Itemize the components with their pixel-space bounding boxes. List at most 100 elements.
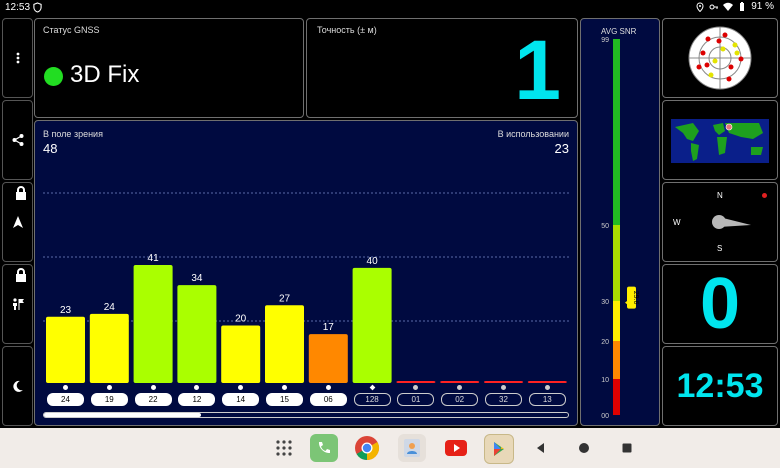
used-indicator-dot — [106, 385, 112, 390]
snr-bar-32 — [484, 381, 523, 383]
share-button[interactable] — [2, 100, 33, 180]
snr-bar-06 — [308, 334, 348, 383]
menu-button[interactable] — [2, 18, 33, 98]
key-icon — [709, 4, 719, 9]
snr-value-label: 27 — [279, 293, 291, 304]
compass-needle-icon — [712, 215, 751, 229]
satellite-id-chip: 15 — [266, 393, 303, 406]
satellite-scrollbar[interactable] — [43, 412, 569, 418]
clock-panel: 12:53 — [662, 346, 778, 426]
back-triangle-icon — [537, 443, 544, 453]
navigation-arrow-icon — [12, 216, 23, 228]
snr-value-text: 29.6 — [632, 291, 639, 305]
clock-time: 12:53 — [676, 367, 764, 405]
snr-bar-14 — [221, 325, 261, 383]
back-button[interactable] — [527, 434, 555, 462]
snr-gauge-segment — [613, 225, 620, 301]
snr-value-label: 17 — [323, 322, 335, 333]
snr-bar-15 — [265, 305, 304, 383]
youtube-icon — [445, 440, 467, 456]
phone-icon — [318, 442, 330, 454]
sky-plot-panel[interactable] — [662, 18, 778, 98]
contacts-app-button[interactable] — [398, 434, 426, 462]
fix-status: 3D Fix — [70, 61, 140, 88]
compass-panel[interactable]: N S W — [662, 182, 778, 262]
phone-app-button[interactable] — [310, 434, 338, 462]
sky-plot-icon — [688, 26, 752, 90]
diamond-indicator — [501, 385, 506, 390]
counter-panel: 0 — [662, 264, 778, 344]
recents-square-icon — [622, 443, 632, 453]
fix-indicator — [44, 67, 63, 86]
shield-icon — [33, 2, 42, 13]
grid-icon — [276, 440, 292, 456]
recents-button[interactable] — [613, 434, 641, 462]
snr-gauge-tick: 10 — [601, 377, 609, 384]
snr-bar-24 — [46, 316, 85, 383]
satellite-id-chip: 22 — [134, 393, 172, 406]
night-mode-button[interactable] — [2, 346, 33, 426]
satellite-id-chip: 01 — [397, 393, 435, 406]
accuracy-value: 1 — [514, 23, 561, 117]
wifi-icon — [723, 2, 734, 11]
contacts-icon — [404, 439, 420, 457]
world-map-panel[interactable] — [662, 100, 778, 180]
status-time: 12:53 — [5, 2, 31, 13]
satellite-id-chip: 19 — [90, 393, 128, 406]
battery-level: 91 % — [751, 1, 774, 12]
play-store-icon — [494, 442, 504, 456]
accuracy-label: Точность (± м) — [317, 25, 377, 35]
more-vertical-icon — [16, 52, 19, 64]
satellite-id-chip: 12 — [178, 393, 216, 406]
world-map-icon — [671, 119, 769, 163]
chrome-app-button[interactable] — [353, 434, 381, 462]
navigation-button[interactable] — [2, 182, 33, 262]
snr-value-label: 23 — [60, 305, 72, 316]
snr-bar-12 — [177, 285, 217, 383]
snr-bar-02 — [440, 381, 480, 383]
snr-bar-128 — [352, 267, 392, 383]
snr-gauge-segment — [613, 39, 620, 225]
satellite-id-chip: 128 — [353, 393, 391, 406]
snr-bar-13 — [527, 381, 567, 383]
share-icon — [12, 134, 23, 146]
app-drawer-button[interactable] — [270, 434, 298, 462]
used-indicator-dot — [325, 385, 331, 390]
scrollbar-thumb[interactable] — [44, 413, 202, 417]
navigation-bar — [0, 428, 780, 468]
used-indicator-dot — [282, 385, 287, 390]
snr-gauge-tick: 99 — [601, 37, 609, 44]
satellite-snr-panel: В поле зрения 48 В использовании 23 23 24… — [34, 120, 578, 426]
lock-icon — [16, 268, 26, 282]
person-flag-icon — [12, 298, 24, 310]
satellite-id-chip: 02 — [441, 393, 479, 406]
lock-icon — [16, 186, 26, 200]
satellite-id-chip: 06 — [309, 393, 347, 406]
home-button[interactable] — [570, 434, 598, 462]
snr-value-label: 40 — [367, 256, 379, 267]
gnss-status-panel: Статус GNSS 3D Fix — [34, 18, 304, 118]
battery-icon — [740, 1, 745, 11]
used-indicator-dot — [150, 385, 156, 390]
snr-value-label: 34 — [191, 273, 203, 284]
marker-button[interactable] — [2, 264, 33, 344]
accuracy-panel: Точность (± м) 1 — [306, 18, 578, 118]
snr-gauge-tick: 50 — [601, 223, 609, 230]
location-icon — [696, 1, 704, 12]
avg-snr-gauge: 99 50 30 20 10 00 29.6 — [601, 37, 639, 420]
snr-gauge-segment — [613, 379, 620, 415]
youtube-app-button[interactable] — [442, 434, 470, 462]
snr-gauge-tick: 20 — [601, 339, 609, 346]
snr-value-label: 41 — [148, 253, 160, 264]
snr-gauge-tick: 00 — [601, 413, 609, 420]
satellite-bar-chart: 23 24 41 34 20 27 17 40 — [43, 192, 569, 383]
snr-value-label: 20 — [235, 313, 247, 324]
satellite-id-chip: 32 — [485, 393, 522, 406]
play-store-app-button[interactable] — [484, 434, 514, 464]
home-circle-icon — [579, 443, 589, 453]
snr-bar-22 — [133, 265, 173, 383]
avg-snr-panel: AVG SNR 99 50 30 20 10 00 29.6 — [580, 18, 660, 426]
moon-icon — [12, 380, 23, 392]
snr-gauge-segment — [613, 341, 620, 379]
diamond-indicator — [544, 385, 550, 390]
